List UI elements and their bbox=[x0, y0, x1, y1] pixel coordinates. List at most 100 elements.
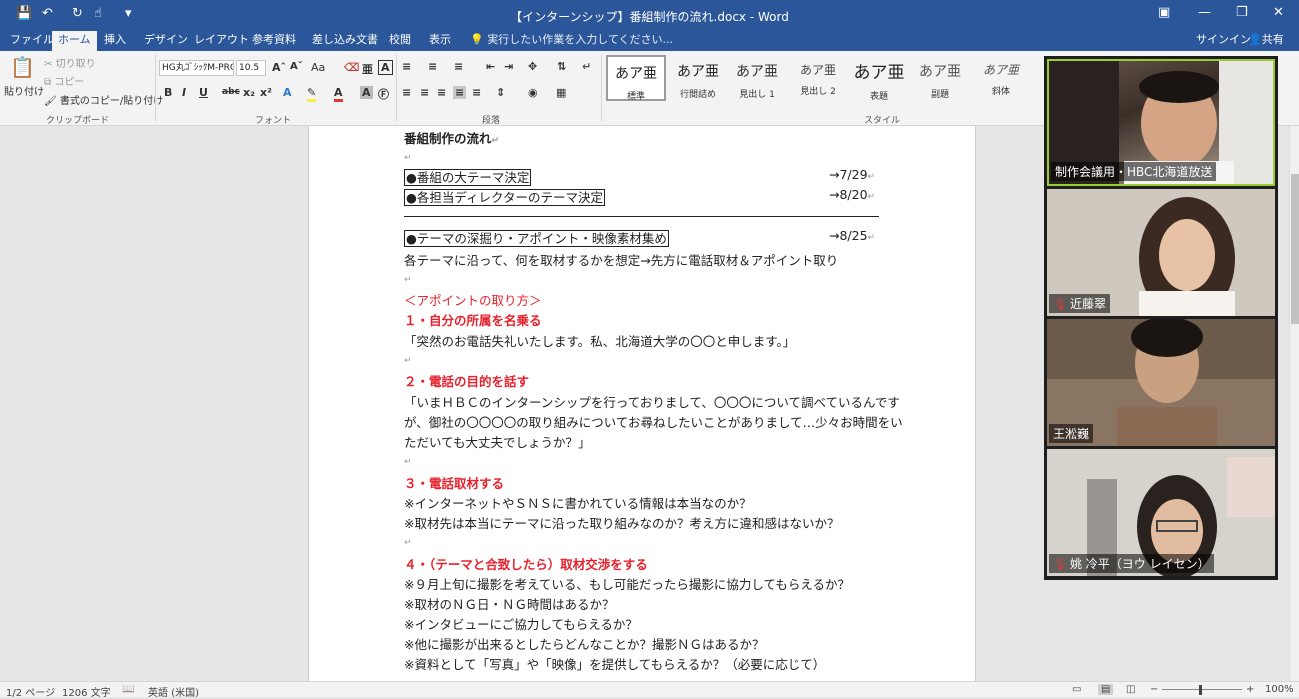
styles-group-label: スタイル bbox=[864, 116, 901, 126]
change-case-button[interactable]: Aa bbox=[311, 61, 325, 74]
muted-mic-icon: 🎙 bbox=[1053, 298, 1067, 311]
bullets-icon[interactable]: ≡ bbox=[402, 60, 411, 73]
shading-icon[interactable]: ◉ bbox=[528, 86, 538, 99]
zoom-level[interactable]: 100% bbox=[1265, 684, 1294, 695]
zoom-slider[interactable] bbox=[1162, 689, 1242, 690]
scrollbar-thumb[interactable] bbox=[1291, 174, 1299, 324]
copy-button[interactable]: ⧉ コピー bbox=[44, 73, 84, 88]
empty-line: ↵ bbox=[404, 533, 412, 548]
style-title[interactable]: あア亜 表題 bbox=[849, 55, 909, 102]
print-layout-icon[interactable]: ▤ bbox=[1098, 684, 1114, 695]
superscript-icon[interactable]: x² bbox=[260, 86, 272, 99]
web-layout-icon[interactable]: ◫ bbox=[1126, 684, 1135, 695]
style-subtitle[interactable]: あア亜 副題 bbox=[910, 55, 970, 101]
grow-font-icon[interactable]: Aˆ bbox=[272, 61, 286, 74]
format-painter-button[interactable]: 🖌 書式のコピー/貼り付け bbox=[44, 92, 163, 107]
close-icon[interactable]: ✕ bbox=[1273, 5, 1284, 20]
divider bbox=[396, 55, 397, 121]
tab-home[interactable]: ホーム bbox=[52, 31, 97, 51]
doc-heading: 番組制作の流れ↵ bbox=[404, 128, 499, 147]
vertical-scrollbar[interactable] bbox=[1289, 126, 1299, 681]
video-call-panel: 制作会議用・HBC北海道放送 🎙 近藤翠 王淞巍 🎙 姚 冷平（ヨウ レイセン） bbox=[1044, 56, 1278, 580]
highlight-icon[interactable]: ✎ bbox=[307, 86, 317, 102]
show-marks-icon[interactable]: ↵ bbox=[582, 60, 591, 73]
sort-icon[interactable]: ⇅ bbox=[557, 60, 566, 73]
paragraph-mark: ↵ bbox=[404, 153, 412, 163]
ribbon-display-icon[interactable]: ▣ bbox=[1158, 5, 1170, 20]
tab-design[interactable]: デザイン bbox=[138, 31, 194, 51]
numbering-icon[interactable]: ≡ bbox=[428, 60, 437, 73]
read-mode-icon[interactable]: ▭ bbox=[1072, 684, 1081, 695]
justify-icon[interactable]: ≡ bbox=[453, 86, 467, 99]
participant-name: 制作会議用・HBC北海道放送 bbox=[1051, 162, 1217, 181]
participant-tile[interactable]: 🎙 姚 冷平（ヨウ レイセン） bbox=[1047, 449, 1275, 576]
increase-indent-icon[interactable]: ⇥ bbox=[504, 60, 513, 73]
style-heading2[interactable]: あア亜 見出し 2 bbox=[788, 55, 848, 101]
tab-references[interactable]: 参考資料 bbox=[246, 31, 302, 51]
italic-icon[interactable]: I bbox=[182, 86, 186, 99]
tab-layout[interactable]: レイアウト bbox=[188, 31, 255, 51]
document-page[interactable]: 番組制作の流れ↵ ↵ ●番組の大テーマ決定 →7/29↵ ●各担当ディレクターの… bbox=[308, 126, 976, 681]
person-icon: 👤 bbox=[1248, 33, 1262, 46]
copy-icon: ⧉ bbox=[44, 77, 52, 88]
bold-icon[interactable]: B bbox=[164, 86, 172, 99]
style-preview: あア亜 bbox=[615, 66, 657, 82]
shrink-font-icon[interactable]: Aˇ bbox=[290, 61, 303, 72]
participant-tile[interactable]: 王淞巍 bbox=[1047, 319, 1275, 446]
font-color-icon[interactable]: A bbox=[334, 86, 343, 102]
empty-line: ↵ bbox=[404, 452, 412, 467]
style-emphasis[interactable]: あア亜 斜体 bbox=[971, 55, 1031, 101]
doc-line: ※取材先は本当にテーマに沿った取り組みなのか？考え方に違和感はないか？ bbox=[404, 516, 840, 531]
zoom-slider-thumb[interactable] bbox=[1199, 685, 1202, 695]
clear-format-icon[interactable]: ⌫ bbox=[344, 61, 360, 74]
multilevel-list-icon[interactable]: ≡ bbox=[454, 60, 463, 73]
subscript-icon[interactable]: x₂ bbox=[243, 86, 255, 99]
align-left-icon[interactable]: ≡ bbox=[402, 86, 411, 99]
zoom-in-icon[interactable]: + bbox=[1246, 684, 1254, 695]
align-right-icon[interactable]: ≡ bbox=[437, 86, 446, 99]
doc-line: ※９月上旬に撮影を考えている、もし可能だったら撮影に協力してもらえるか？ bbox=[404, 577, 850, 592]
char-shading-icon[interactable]: A bbox=[360, 86, 373, 99]
decrease-indent-icon[interactable]: ⇤ bbox=[486, 60, 495, 73]
style-no-spacing[interactable]: あア亜 行間詰め bbox=[668, 55, 728, 101]
participant-tile[interactable]: 🎙 近藤翠 bbox=[1047, 189, 1275, 316]
borders-icon[interactable]: ▦ bbox=[556, 86, 566, 99]
strikethrough-icon[interactable]: abc bbox=[222, 87, 240, 97]
line-spacing-icon[interactable]: ⇕ bbox=[496, 86, 505, 99]
style-normal[interactable]: あア亜 標準 bbox=[606, 55, 666, 102]
minimize-icon[interactable]: — bbox=[1198, 5, 1211, 20]
milestone-text: ●番組の大テーマ決定 bbox=[404, 169, 532, 186]
doc-line: ※他に撮影が出来るとしたらどんなことか？撮影ＮＧはあるか？ bbox=[404, 637, 765, 652]
paste-icon[interactable]: 📋 bbox=[10, 55, 35, 79]
window-title: 【インターンシップ】番組制作の流れ.docx - Word bbox=[510, 10, 789, 24]
style-name: 表題 bbox=[869, 92, 888, 102]
paste-button[interactable]: 貼り付け bbox=[4, 83, 44, 98]
tell-me-search[interactable]: 💡 実行したい作業を入力してください... bbox=[470, 31, 673, 49]
zoom-out-icon[interactable]: − bbox=[1150, 684, 1158, 695]
participant-name: 王淞巍 bbox=[1049, 424, 1094, 443]
restore-icon[interactable]: ❐ bbox=[1236, 5, 1248, 20]
participant-tile[interactable]: 制作会議用・HBC北海道放送 bbox=[1047, 59, 1275, 186]
clipboard-group-label: クリップボード bbox=[46, 116, 110, 126]
font-size-select[interactable]: 10.5 bbox=[236, 60, 266, 76]
font-group-label: フォント bbox=[255, 116, 292, 126]
proofing-icon[interactable]: 📖 bbox=[122, 684, 134, 695]
text-effects-icon[interactable]: A bbox=[283, 86, 292, 99]
tab-insert[interactable]: 挿入 bbox=[98, 31, 132, 51]
style-heading1[interactable]: あア亜 見出し 1 bbox=[727, 55, 787, 101]
share-button[interactable]: 👤共有 bbox=[1242, 31, 1290, 51]
asian-layout-icon[interactable]: ✥ bbox=[528, 60, 537, 73]
underline-icon[interactable]: U bbox=[199, 86, 208, 99]
tab-view[interactable]: 表示 bbox=[423, 31, 457, 51]
align-center-icon[interactable]: ≡ bbox=[420, 86, 429, 99]
font-name-select[interactable]: HG丸ｺﾞｼｯｸM-PRO bbox=[159, 60, 234, 76]
distributed-icon[interactable]: ≡ bbox=[472, 86, 481, 99]
tab-review[interactable]: 校閲 bbox=[383, 31, 417, 51]
phonetic-guide-icon[interactable]: 亜 bbox=[362, 61, 373, 77]
enclose-char-icon[interactable]: Ⓕ bbox=[378, 86, 389, 102]
title-bar: 💾 ↶ ↻ ☝ ▾ 【インターンシップ】番組制作の流れ.docx - Word … bbox=[0, 0, 1299, 31]
milestone-2-date: →8/20↵ bbox=[829, 187, 875, 202]
tab-mailings[interactable]: 差し込み文書 bbox=[306, 31, 384, 51]
char-border-icon[interactable]: A bbox=[378, 60, 393, 75]
cut-button[interactable]: ✂ 切り取り bbox=[44, 55, 96, 70]
